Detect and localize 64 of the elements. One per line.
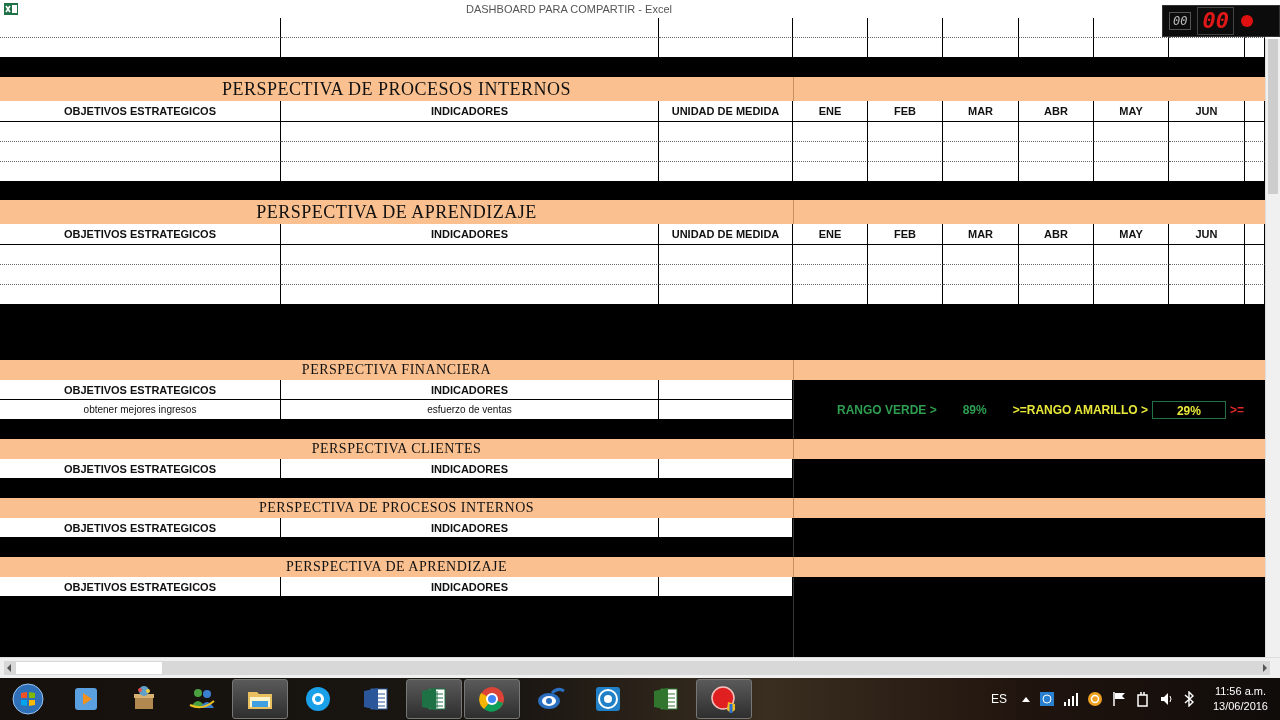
column-header: UNIDAD DE MEDIDA <box>671 105 780 117</box>
power-icon[interactable] <box>1134 691 1151 707</box>
column-header: INDICADORES <box>431 521 508 534</box>
recorder-counter: 00 <box>1197 7 1234 35</box>
column-header: FEB <box>894 228 916 240</box>
range-label: >= <box>1229 402 1244 417</box>
column-header: INDICADORES <box>431 383 508 396</box>
selected-cell[interactable]: 29% <box>1151 400 1226 419</box>
circle-icon[interactable] <box>1086 691 1103 707</box>
range-label: RANGO VERDE > <box>837 402 937 417</box>
column-header: OBJETIVOS ESTRATEGICOS <box>64 105 216 117</box>
flag-icon[interactable] <box>1110 691 1127 707</box>
column-header: OBJETIVOS ESTRATEGICOS <box>64 462 216 475</box>
column-header: JUN <box>1195 105 1218 117</box>
column-header: ENE <box>818 105 842 117</box>
column-header: INDICADORES <box>431 580 508 593</box>
column-header: ABR <box>1044 228 1068 240</box>
scroll-thumb[interactable] <box>16 662 162 674</box>
section-title: PERSPECTIVA DE PROCESOS INTERNOS <box>257 499 536 517</box>
taskbar-button[interactable] <box>464 679 520 719</box>
section-title: PERSPECTIVA FINANCIERA <box>300 361 493 379</box>
scroll-thumb[interactable] <box>1268 39 1278 194</box>
window-title: DASHBOARD PARA COMPARTIR - Excel <box>465 3 673 15</box>
section-title: PERSPECTIVA DE PROCESOS INTERNOS <box>220 78 573 101</box>
column-header: INDICADORES <box>431 105 508 117</box>
signal-icon[interactable] <box>1062 691 1079 707</box>
column-header: INDICADORES <box>431 462 508 475</box>
column-header: OBJETIVOS ESTRATEGICOS <box>64 521 216 534</box>
column-header: ENE <box>818 228 842 240</box>
table-cell: obtener mejores ingresos <box>83 404 197 415</box>
taskbar-button[interactable] <box>232 679 288 719</box>
target-icon[interactable] <box>1038 691 1055 707</box>
horizontal-scrollbar[interactable] <box>4 661 1270 675</box>
column-header: INDICADORES <box>431 228 508 240</box>
language-indicator[interactable]: ES <box>990 692 1007 706</box>
column-header: MAY <box>1119 228 1143 240</box>
vertical-scrollbar[interactable] <box>1265 39 1280 657</box>
windows-logo-icon <box>12 683 44 715</box>
section-title: PERSPECTIVA DE APRENDIZAJE <box>255 201 538 224</box>
column-header: MAR <box>967 105 994 117</box>
column-header: ABR <box>1044 105 1068 117</box>
column-header: MAR <box>967 228 994 240</box>
volume-icon[interactable] <box>1158 691 1175 707</box>
range-label: >=RANGO AMARILLO > <box>1012 402 1148 417</box>
record-icon[interactable] <box>1239 14 1254 28</box>
column-header: UNIDAD DE MEDIDA <box>671 228 780 240</box>
bluetooth-icon[interactable] <box>1182 691 1195 707</box>
column-header: MAY <box>1119 105 1143 117</box>
column-header: FEB <box>894 105 916 117</box>
column-header: OBJETIVOS ESTRATEGICOS <box>64 228 216 240</box>
range-value: 89% <box>962 402 987 417</box>
recorder-counter: 00 <box>1169 12 1192 30</box>
table-cell: esfuerzo de ventas <box>427 404 512 415</box>
column-header: JUN <box>1195 228 1218 240</box>
section-title: PERSPECTIVA CLIENTES <box>310 440 483 458</box>
column-header: OBJETIVOS ESTRATEGICOS <box>64 580 216 593</box>
clock-date[interactable]: 13/06/2016 <box>1212 699 1268 714</box>
taskbar-button[interactable] <box>406 679 462 719</box>
show-hidden-icon[interactable] <box>1020 695 1031 703</box>
clock-time[interactable]: 11:56 a.m. <box>1214 684 1267 699</box>
section-title: PERSPECTIVA DE APRENDIZAJE <box>284 558 509 576</box>
scroll-right-icon[interactable] <box>1260 662 1270 674</box>
taskbar-button[interactable] <box>696 679 752 719</box>
column-header: OBJETIVOS ESTRATEGICOS <box>64 383 216 396</box>
